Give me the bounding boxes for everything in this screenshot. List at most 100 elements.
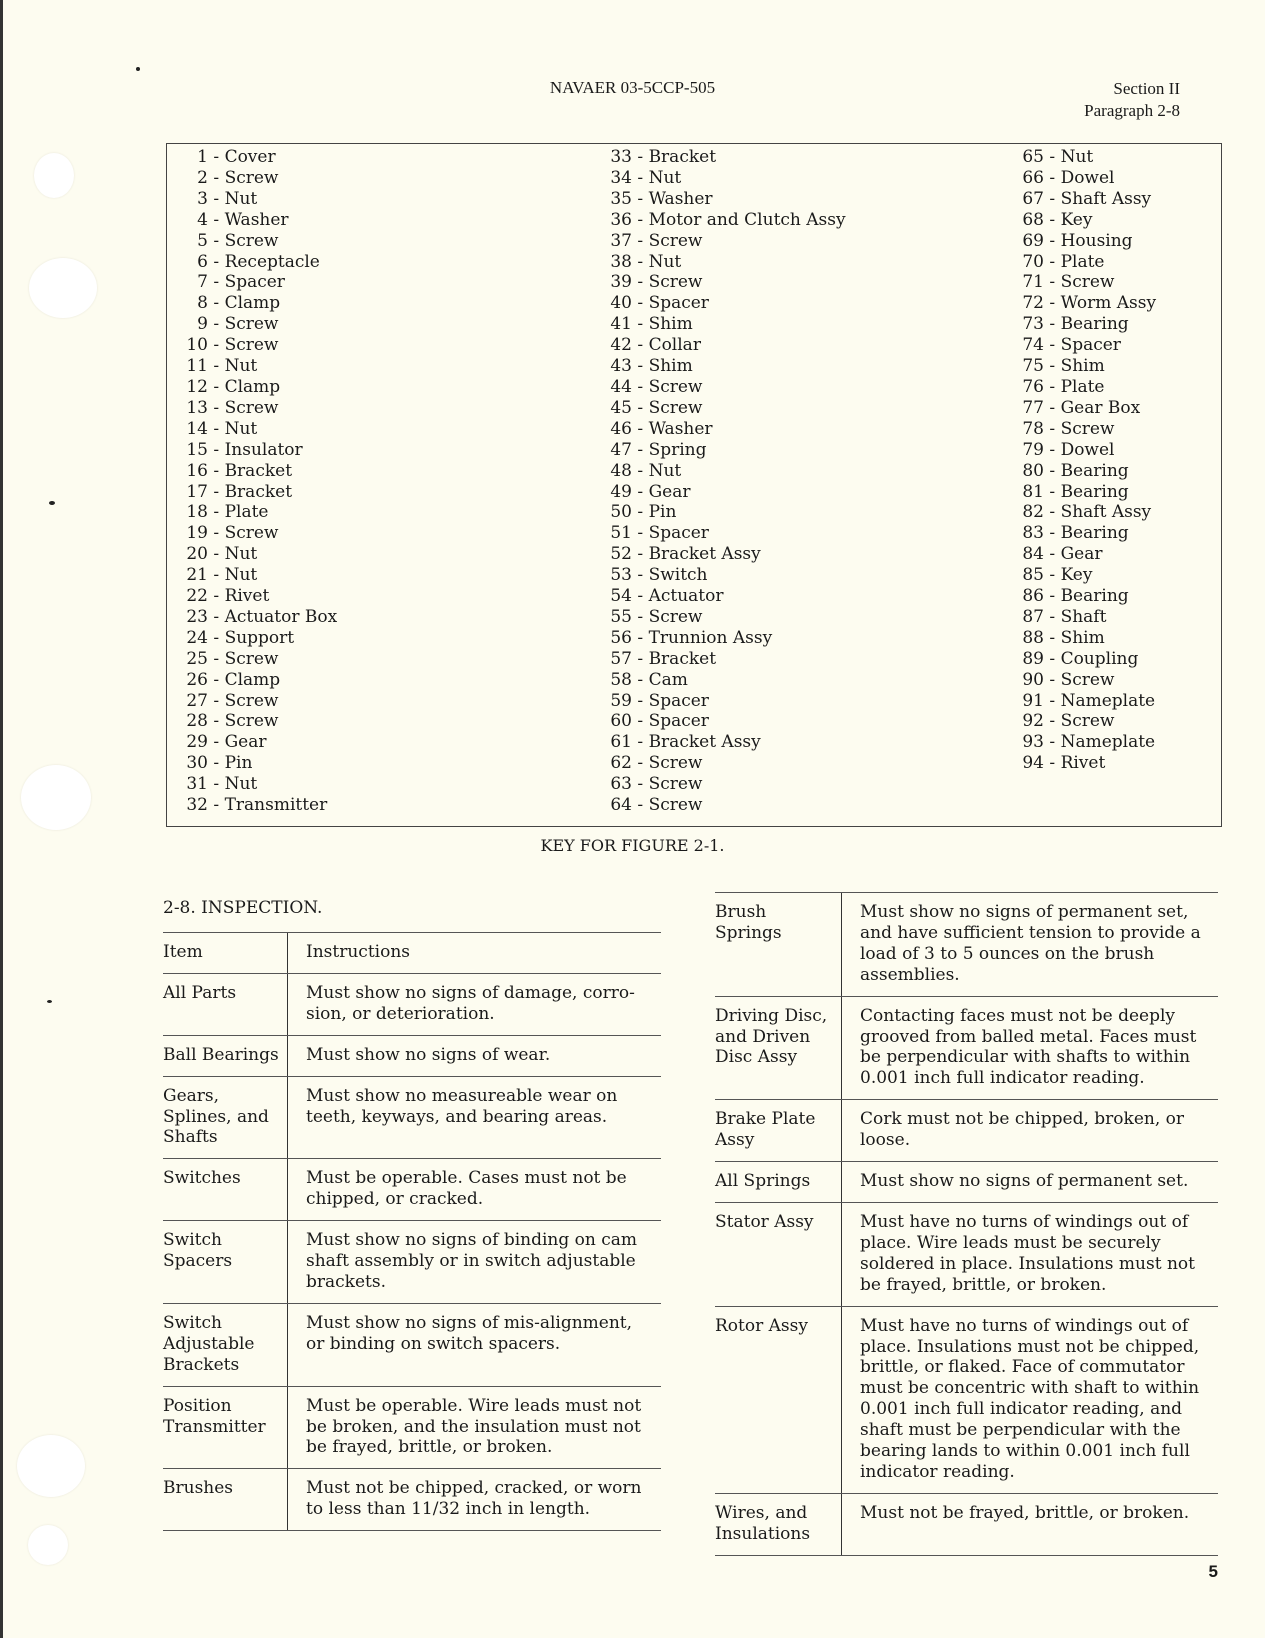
key-entry: 22 - Rivet — [168, 586, 337, 607]
key-separator: - — [1044, 732, 1061, 753]
key-number: 67 — [1022, 188, 1044, 209]
key-entry: 9 - Screw — [168, 314, 337, 335]
table-row: Driving Disc, and Driven Disc Assy Contac… — [715, 996, 1218, 1101]
key-part-name: Actuator Box — [224, 606, 338, 627]
table-row: Brake Plate Assy Cork must not be chipped… — [715, 1099, 1218, 1163]
key-entry: 24 - Support — [168, 628, 337, 649]
key-part-name: Spacer — [648, 523, 709, 544]
instructions-cell: Cork must not be chipped, broken, or loo… — [841, 1099, 1218, 1163]
key-part-name: Screw — [224, 690, 279, 711]
key-separator: - — [632, 439, 649, 460]
key-separator: - — [208, 418, 225, 439]
key-number: 7 — [197, 272, 208, 293]
key-number: 90 — [1022, 669, 1044, 690]
key-number: 50 — [610, 502, 632, 523]
key-part-name: Rivet — [224, 586, 270, 607]
key-number: 9 — [197, 314, 208, 335]
key-separator: - — [208, 732, 225, 753]
key-part-name: Washer — [648, 188, 713, 209]
key-number: 26 — [186, 669, 208, 690]
key-entry: 41 - Shim — [592, 314, 846, 335]
key-entry: 75 - Shim — [1004, 356, 1156, 377]
key-entry: 69 - Housing — [1004, 231, 1156, 252]
key-part-name: Bracket Assy — [648, 544, 761, 565]
key-entry: 44 - Screw — [592, 377, 846, 398]
key-separator: - — [632, 356, 649, 377]
key-number: 82 — [1022, 502, 1044, 523]
key-entry: 92 - Screw — [1004, 711, 1156, 732]
key-entry: 58 - Cam — [592, 670, 846, 691]
key-separator: - — [632, 335, 649, 356]
key-part-name: Screw — [648, 795, 703, 816]
key-part-name: Nut — [648, 251, 682, 272]
table-row: Switch Spacers Must show no signs of bind… — [163, 1220, 661, 1304]
key-number: 40 — [610, 293, 632, 314]
key-entry: 72 - Worm Assy — [1004, 293, 1156, 314]
key-entry: 90 - Screw — [1004, 670, 1156, 691]
key-part-name: Washer — [224, 209, 289, 230]
key-entry: 59 - Spacer — [592, 691, 846, 712]
key-number: 36 — [610, 209, 632, 230]
table-row: Switches Must be operable. Cases must not… — [163, 1158, 661, 1222]
key-entry: 15 - Insulator — [168, 440, 337, 461]
key-separator: - — [208, 795, 225, 816]
key-part-name: Shim — [1060, 627, 1105, 648]
key-separator: - — [632, 418, 649, 439]
key-number: 12 — [186, 376, 208, 397]
key-part-name: Nut — [224, 774, 258, 795]
key-entry: 35 - Washer — [592, 189, 846, 210]
key-number: 69 — [1022, 230, 1044, 251]
key-separator: - — [1044, 460, 1061, 481]
key-number: 28 — [186, 711, 208, 732]
table-row: Rotor Assy Must have no turns of windings… — [715, 1306, 1218, 1494]
key-number: 75 — [1022, 356, 1044, 377]
key-part-name: Screw — [1060, 669, 1115, 690]
key-part-name: Bearing — [1060, 481, 1129, 502]
key-number: 79 — [1022, 439, 1044, 460]
table-row: Wires, and Insulations Must not be frayed… — [715, 1493, 1218, 1556]
key-part-name: Bearing — [1060, 460, 1129, 481]
key-entry: 94 - Rivet — [1004, 753, 1156, 774]
key-separator: - — [1044, 418, 1061, 439]
key-entry: 10 - Screw — [168, 335, 337, 356]
key-entry: 1 - Cover — [168, 147, 337, 168]
key-part-name: Dowel — [1060, 167, 1115, 188]
key-number: 1 — [197, 147, 208, 167]
key-separator: - — [208, 481, 225, 502]
key-part-name: Screw — [224, 167, 279, 188]
key-separator: - — [208, 544, 225, 565]
key-part-name: Spring — [648, 439, 707, 460]
key-part-name: Bracket — [224, 481, 293, 502]
item-cell: Switches — [163, 1158, 288, 1222]
key-number: 62 — [610, 753, 632, 774]
column-header-instructions: Instructions — [287, 932, 661, 974]
table-row: All Springs Must show no signs of permane… — [715, 1161, 1218, 1203]
key-separator: - — [208, 272, 225, 293]
key-column-2: 33 - Bracket 34 - Nut 35 - Washer 36 - Moto… — [592, 147, 846, 816]
item-cell: Brake Plate Assy — [715, 1099, 842, 1163]
instructions-cell: Must show no signs of mis-alignment, or … — [287, 1303, 661, 1387]
key-separator: - — [632, 648, 649, 669]
key-number: 83 — [1022, 523, 1044, 544]
key-part-name: Screw — [224, 711, 279, 732]
key-number: 52 — [610, 544, 632, 565]
key-part-name: Screw — [224, 335, 279, 356]
table-row: Brushes Must not be chipped, cracked, or … — [163, 1468, 661, 1532]
key-part-name: Bearing — [1060, 586, 1129, 607]
key-number: 49 — [610, 481, 632, 502]
key-part-name: Housing — [1060, 230, 1133, 251]
key-part-name: Bearing — [1060, 523, 1129, 544]
section-reference: Section II Paragraph 2-8 — [1084, 78, 1180, 122]
key-separator: - — [1044, 188, 1061, 209]
key-number: 16 — [186, 460, 208, 481]
key-number: 63 — [610, 774, 632, 795]
key-number: 78 — [1022, 418, 1044, 439]
key-separator: - — [1044, 397, 1061, 418]
key-number: 25 — [186, 648, 208, 669]
key-number: 14 — [186, 418, 208, 439]
key-separator: - — [632, 753, 649, 774]
key-number: 87 — [1022, 606, 1044, 627]
key-number: 54 — [610, 586, 632, 607]
key-entry: 57 - Bracket — [592, 649, 846, 670]
key-number: 24 — [186, 627, 208, 648]
